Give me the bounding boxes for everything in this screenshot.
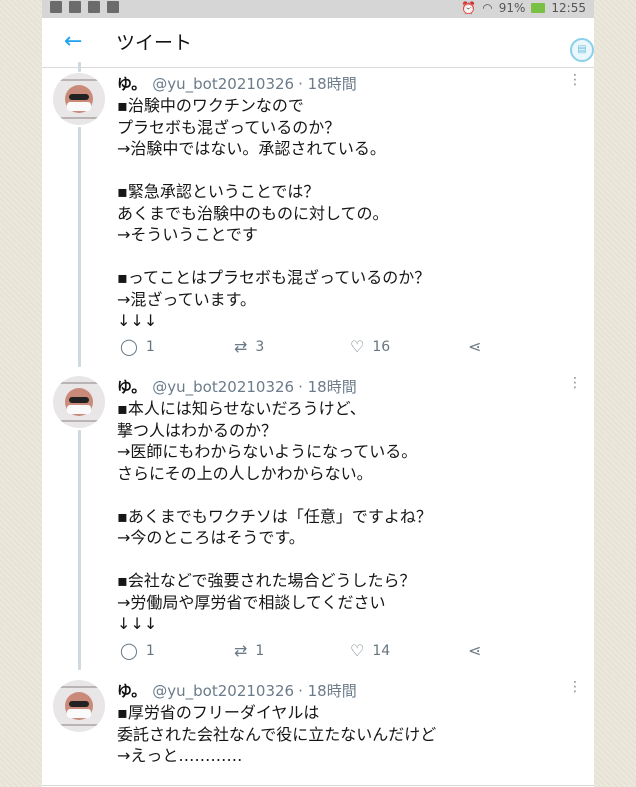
reply-count: 1	[145, 338, 155, 355]
retweet-icon: ⇄	[234, 641, 248, 660]
more-options-icon[interactable]: ⋮	[568, 376, 582, 390]
battery-percent: 91%	[498, 1, 526, 15]
retweet-count: 1	[255, 642, 265, 659]
like-button[interactable]: ♡ 14	[350, 641, 390, 660]
divider	[42, 67, 594, 68]
divider	[42, 785, 594, 786]
reply-icon: ◯	[120, 641, 138, 660]
clipboard-icon	[107, 1, 119, 13]
reply-button[interactable]: ◯ 1	[120, 641, 155, 660]
clock: 12:55	[551, 1, 586, 15]
tweet-text: ▪本人には知らせないだろうけど、 撃つ人はわかるのか？ →医師にもわからないよう…	[117, 399, 432, 633]
page-title: ツイート	[116, 32, 193, 54]
avatar[interactable]	[53, 680, 105, 732]
retweet-button[interactable]: ⇄ 1	[234, 641, 264, 660]
handle[interactable]: @yu_bot20210326	[152, 378, 294, 396]
heart-icon: ♡	[350, 337, 365, 356]
status-notification-icons	[50, 1, 119, 13]
like-button[interactable]: ♡ 16	[350, 337, 390, 356]
alarm-icon: ⏰	[461, 1, 477, 15]
tweet-meta: ゆ。 @yu_bot20210326 · 18時間	[117, 682, 357, 700]
timestamp[interactable]: · 18時間	[298, 378, 357, 396]
tweet[interactable]: ゆ。 @yu_bot20210326 · 18時間 ⋮ ▪本人には知らせないだろうけ…	[42, 376, 594, 666]
status-system-icons: ⏰ ◠ 91% 12:55	[461, 1, 586, 15]
tweet-meta: ゆ。 @yu_bot20210326 · 18時間	[117, 378, 357, 396]
more-options-icon[interactable]: ⋮	[568, 73, 582, 87]
handle[interactable]: @yu_bot20210326	[152, 75, 294, 93]
retweet-count: 3	[255, 338, 265, 355]
gallery-icon	[50, 1, 62, 13]
display-name[interactable]: ゆ。	[117, 378, 146, 396]
share-button[interactable]: ⋖	[468, 641, 481, 660]
more-options-icon[interactable]: ⋮	[568, 680, 582, 694]
share-icon: ⋖	[468, 337, 482, 356]
reply-icon: ◯	[120, 337, 138, 356]
twitter-icon	[69, 1, 81, 13]
top-app-bar: ← ツイート ▤	[42, 18, 594, 66]
avatar[interactable]	[53, 73, 105, 125]
like-count: 14	[372, 642, 391, 659]
heart-icon: ♡	[350, 641, 365, 660]
share-button[interactable]: ⋖	[468, 337, 481, 356]
reply-button[interactable]: ◯ 1	[120, 337, 155, 356]
timestamp[interactable]: · 18時間	[298, 682, 357, 700]
tweet-text: ▪治験中のワクチンなので プラセボも混ざっているのか？ →治験中ではない。承認さ…	[117, 96, 431, 330]
tweet[interactable]: ゆ。 @yu_bot20210326 · 18時間 ⋮ ▪治験中のワクチンなので プ…	[42, 73, 594, 363]
avatar[interactable]	[53, 376, 105, 428]
battery-icon	[531, 3, 546, 13]
share-icon: ⋖	[468, 641, 482, 660]
status-bar: ⏰ ◠ 91% 12:55	[42, 0, 594, 18]
tweet-text: ▪厚労省のフリーダイヤルは 委託された会社なんで役に立たないんだけど →えっと……	[117, 703, 437, 765]
timestamp[interactable]: · 18時間	[298, 75, 357, 93]
thread-connector	[78, 62, 81, 72]
wifi-icon: ◠	[482, 1, 493, 15]
reply-count: 1	[145, 642, 155, 659]
display-name[interactable]: ゆ。	[117, 682, 146, 700]
retweet-icon: ⇄	[234, 337, 248, 356]
back-arrow-icon[interactable]: ←	[64, 30, 82, 54]
retweet-button[interactable]: ⇄ 3	[234, 337, 264, 356]
display-name[interactable]: ゆ。	[117, 75, 146, 93]
handle[interactable]: @yu_bot20210326	[152, 682, 294, 700]
tweet-meta: ゆ。 @yu_bot20210326 · 18時間	[117, 75, 357, 93]
overlay-bubble-icon[interactable]: ▤	[570, 38, 594, 62]
tweet[interactable]: ゆ。 @yu_bot20210326 · 18時間 ⋮ ▪厚労省のフリーダイヤルは …	[42, 680, 594, 780]
like-count: 16	[372, 338, 391, 355]
phone-screen: ⏰ ◠ 91% 12:55 ← ツイート ▤ ゆ。 @yu_bot20210326…	[42, 0, 594, 787]
news-icon	[88, 1, 100, 13]
